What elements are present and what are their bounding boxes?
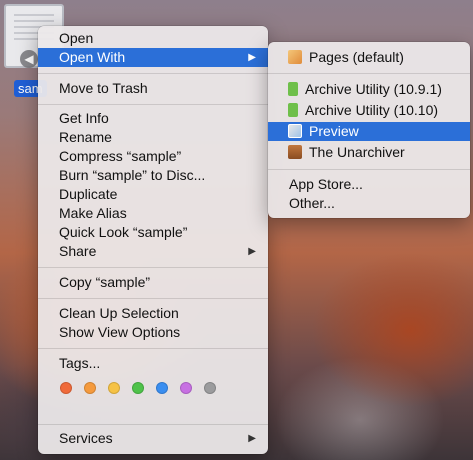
menu-item-make-alias[interactable]: Make Alias [38, 204, 268, 223]
submenu-item-preview[interactable]: Preview [268, 122, 470, 141]
archive-utility-icon [288, 82, 298, 96]
menu-item-clean-up[interactable]: Clean Up Selection [38, 304, 268, 323]
context-menu: Open Open With ▶ Move to Trash Get Info … [38, 26, 268, 454]
menu-item-copy[interactable]: Copy “sample” [38, 273, 268, 292]
menu-separator [38, 73, 268, 74]
menu-item-services[interactable]: Services ▶ [38, 429, 268, 448]
open-with-submenu: Pages (default) Archive Utility (10.9.1)… [268, 42, 470, 218]
tag-blue-icon[interactable] [156, 382, 168, 394]
submenu-item-archive-utility-1091[interactable]: Archive Utility (10.9.1) [268, 80, 470, 99]
preview-app-icon [288, 124, 302, 138]
submenu-arrow-icon: ▶ [248, 52, 256, 63]
tag-red-icon[interactable] [60, 382, 72, 394]
tag-orange-icon[interactable] [84, 382, 96, 394]
menu-item-quick-look[interactable]: Quick Look “sample” [38, 223, 268, 242]
menu-separator [38, 267, 268, 268]
menu-item-get-info[interactable]: Get Info [38, 109, 268, 128]
submenu-item-app-store[interactable]: App Store... [268, 175, 470, 194]
menu-item-open[interactable]: Open [38, 29, 268, 48]
submenu-item-archive-utility-1010[interactable]: Archive Utility (10.10) [268, 101, 470, 120]
submenu-item-pages[interactable]: Pages (default) [268, 48, 470, 67]
submenu-item-other[interactable]: Other... [268, 194, 470, 213]
menu-item-rename[interactable]: Rename [38, 128, 268, 147]
menu-item-burn[interactable]: Burn “sample” to Disc... [38, 166, 268, 185]
menu-item-compress[interactable]: Compress “sample” [38, 147, 268, 166]
menu-item-move-to-trash[interactable]: Move to Trash [38, 79, 268, 98]
menu-item-duplicate[interactable]: Duplicate [38, 185, 268, 204]
menu-separator [38, 104, 268, 105]
submenu-item-the-unarchiver[interactable]: The Unarchiver [268, 143, 470, 162]
submenu-arrow-icon: ▶ [248, 246, 256, 257]
menu-separator [38, 348, 268, 349]
menu-separator [38, 424, 268, 425]
menu-item-show-view-options[interactable]: Show View Options [38, 323, 268, 342]
tag-purple-icon[interactable] [180, 382, 192, 394]
pages-app-icon [288, 50, 302, 64]
menu-item-tags[interactable]: Tags... [38, 354, 268, 373]
submenu-arrow-icon: ▶ [248, 433, 256, 444]
menu-separator [268, 169, 470, 170]
tag-yellow-icon[interactable] [108, 382, 120, 394]
tag-gray-icon[interactable] [204, 382, 216, 394]
back-arrow-icon: ◀ [20, 50, 38, 68]
menu-item-open-with[interactable]: Open With ▶ [38, 48, 268, 67]
unarchiver-app-icon [288, 145, 302, 159]
menu-separator [38, 298, 268, 299]
menu-item-share[interactable]: Share ▶ [38, 242, 268, 261]
menu-separator [268, 73, 470, 74]
archive-utility-icon [288, 103, 298, 117]
tag-green-icon[interactable] [132, 382, 144, 394]
